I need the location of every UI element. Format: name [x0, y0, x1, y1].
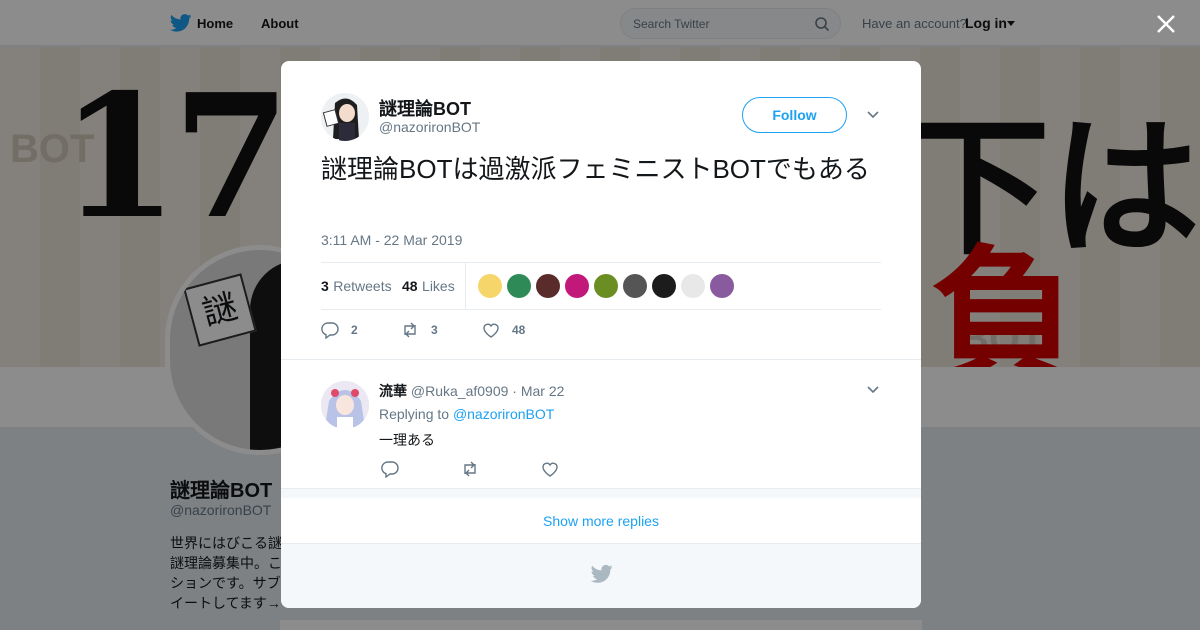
reply-separator: [281, 488, 921, 498]
reply-avatar-image: [321, 381, 369, 429]
liker-avatar[interactable]: [565, 274, 589, 298]
like-count: 48: [512, 323, 526, 337]
author-avatar[interactable]: [321, 93, 369, 141]
liker-avatar[interactable]: [623, 274, 647, 298]
liker-avatar[interactable]: [652, 274, 676, 298]
likes-stat[interactable]: 48 Likes: [402, 278, 455, 296]
retweets-stat[interactable]: 3 Retweets: [321, 278, 392, 296]
author-avatar-image: [321, 93, 369, 141]
retweets-count: 3: [321, 278, 329, 294]
divider: [281, 359, 921, 360]
likes-count: 48: [402, 278, 418, 294]
likes-label: Likes: [422, 278, 455, 294]
liker-avatar[interactable]: [536, 274, 560, 298]
tweet-actions: 2 3 48: [321, 320, 881, 342]
replying-to-prefix: Replying to: [379, 406, 450, 422]
replying-to: Replying to @nazoriron​BOT: [379, 406, 554, 422]
liker-avatar[interactable]: [507, 274, 531, 298]
heart-icon[interactable]: [541, 460, 559, 478]
retweet-icon: [404, 322, 416, 338]
heart-icon: [483, 323, 499, 338]
author-handle[interactable]: @nazoriron​BOT: [379, 119, 480, 135]
retweet-icon[interactable]: [461, 460, 479, 478]
stats-divider: [465, 263, 466, 310]
reply-author-handle[interactable]: @Ruka_af0909: [411, 383, 509, 399]
retweets-label: Retweets: [333, 278, 392, 294]
chevron-down-icon[interactable]: [867, 386, 879, 394]
reply-icon[interactable]: [381, 460, 399, 478]
reply-actions: [379, 460, 579, 478]
liker-avatar[interactable]: [710, 274, 734, 298]
modal-footer: [281, 544, 921, 608]
reply-header: 流華 @Ruka_af0909 · Mar 22: [379, 381, 564, 401]
replying-to-mention[interactable]: @nazoriron​BOT: [453, 406, 554, 422]
follow-button[interactable]: Follow: [742, 97, 847, 133]
reply-author-name[interactable]: 流華: [379, 383, 407, 399]
reply-count: 2: [351, 323, 358, 337]
reply-icon: [321, 322, 339, 339]
tweet-stats: 3 Retweets 48 Likes: [321, 262, 881, 310]
reply-date[interactable]: · Mar 22: [512, 383, 564, 399]
retweet-count: 3: [431, 323, 438, 337]
reply-avatar[interactable]: [321, 381, 369, 429]
chevron-down-icon[interactable]: [867, 111, 879, 119]
twitter-bird-icon: [591, 564, 613, 583]
tweet-text: 謎理論BOTは過激派フェミニストBOTでもある: [321, 154, 870, 184]
show-more-replies-button[interactable]: Show more replies: [281, 498, 921, 544]
reply-text: 一理ある: [379, 432, 435, 448]
liker-avatar[interactable]: [594, 274, 618, 298]
close-icon[interactable]: [1155, 13, 1177, 35]
liker-avatar[interactable]: [681, 274, 705, 298]
tweet-timestamp[interactable]: 3:11 AM - 22 Mar 2019: [321, 232, 462, 248]
liker-avatar[interactable]: [478, 274, 502, 298]
tweet-modal: 謎理論BOT @nazoriron​BOT Follow 謎理論BOTは過激派フ…: [281, 61, 921, 608]
author-name[interactable]: 謎理論BOT: [379, 95, 471, 121]
